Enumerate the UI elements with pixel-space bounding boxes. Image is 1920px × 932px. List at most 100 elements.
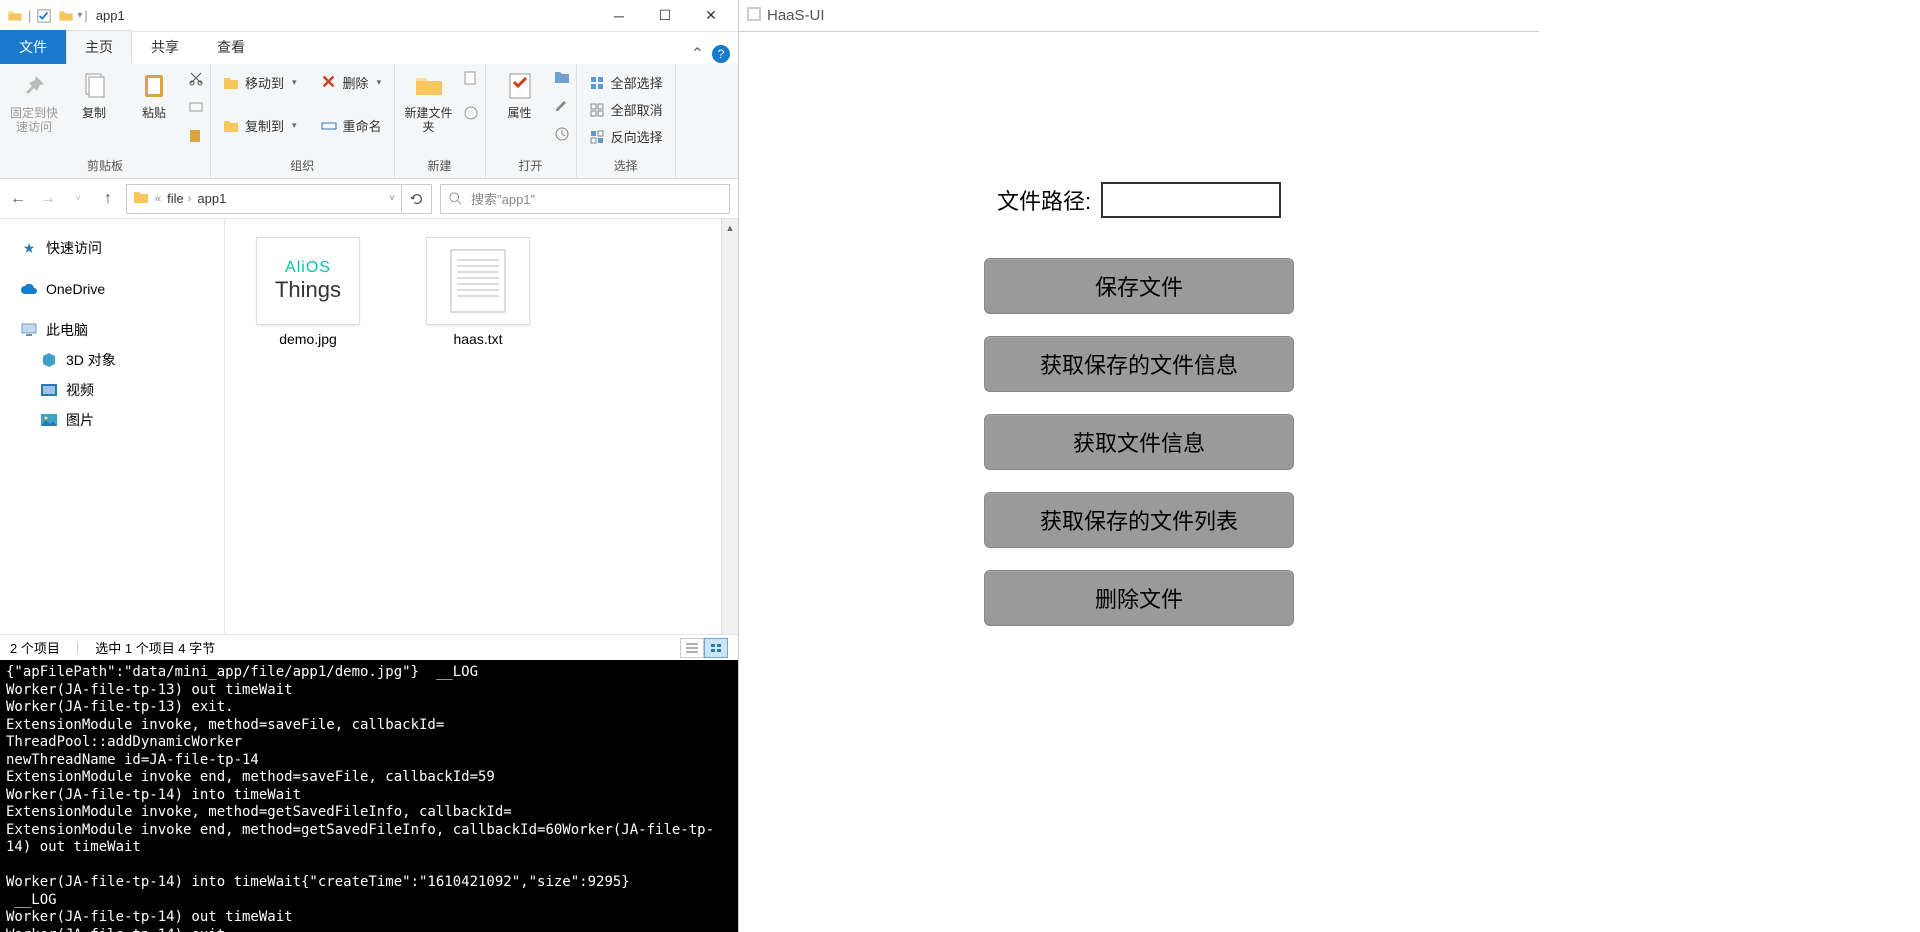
file-item-demo[interactable]: AliOS Things demo.jpg bbox=[243, 237, 373, 347]
collapse-ribbon-icon[interactable]: ⌃ bbox=[691, 44, 704, 64]
select-none-icon bbox=[589, 102, 605, 118]
haas-titlebar: HaaS-UI bbox=[739, 0, 1539, 32]
breadcrumb[interactable]: « file› app1 ˅ bbox=[126, 184, 402, 214]
select-all-button[interactable]: 全部选择 bbox=[583, 70, 669, 95]
file-path-input[interactable] bbox=[1101, 182, 1281, 218]
haas-body: 文件路径: 保存文件 获取保存的文件信息 获取文件信息 获取保存的文件列表 删除… bbox=[739, 32, 1539, 932]
sidebar-item-3d[interactable]: 3D 对象 bbox=[0, 345, 224, 375]
folder-icon bbox=[58, 8, 74, 24]
video-icon bbox=[40, 381, 58, 399]
copy-button[interactable]: 复制 bbox=[66, 70, 122, 120]
paste-icon bbox=[138, 70, 170, 102]
delete-button[interactable]: ✕ 删除▾ bbox=[315, 70, 388, 95]
image-thumbnail: AliOS Things bbox=[256, 237, 360, 325]
sidebar-item-video[interactable]: 视频 bbox=[0, 375, 224, 405]
file-label: demo.jpg bbox=[279, 331, 337, 347]
cube-icon bbox=[40, 351, 58, 369]
group-select-label: 选择 bbox=[583, 155, 669, 176]
recent-dropdown[interactable]: ˅ bbox=[68, 189, 88, 209]
folder-icon bbox=[7, 8, 23, 24]
breadcrumb-seg[interactable]: app1 bbox=[197, 191, 226, 206]
details-view-button[interactable] bbox=[680, 638, 704, 658]
group-clipboard-label: 剪贴板 bbox=[6, 155, 204, 176]
breadcrumb-dropdown[interactable]: ˅ bbox=[389, 193, 395, 204]
file-label: haas.txt bbox=[453, 331, 502, 347]
tab-home[interactable]: 主页 bbox=[66, 30, 132, 64]
select-invert-button[interactable]: 反向选择 bbox=[583, 124, 669, 149]
window-title: app1 bbox=[96, 8, 125, 23]
cut-icon[interactable] bbox=[188, 70, 204, 89]
properties-button[interactable]: 属性 bbox=[492, 70, 548, 120]
properties-icon bbox=[504, 70, 536, 102]
copy-icon bbox=[78, 70, 110, 102]
up-button[interactable]: ↑ bbox=[98, 189, 118, 209]
haas-title: HaaS-UI bbox=[767, 7, 825, 24]
newfolder-icon bbox=[413, 70, 445, 102]
newfolder-button[interactable]: 新建文件夹 bbox=[401, 70, 457, 135]
easy-access-icon[interactable] bbox=[463, 105, 479, 124]
sidebar-item-pictures[interactable]: 图片 bbox=[0, 405, 224, 435]
help-icon[interactable]: ? bbox=[712, 45, 730, 63]
pc-icon bbox=[20, 321, 38, 339]
get-saved-list-button[interactable]: 获取保存的文件列表 bbox=[984, 492, 1294, 548]
file-item-haas[interactable]: haas.txt bbox=[413, 237, 543, 347]
file-view[interactable]: AliOS Things demo.jpg haas.txt bbox=[225, 219, 721, 634]
app-icon bbox=[747, 7, 761, 25]
ribbon: 固定到快速访问 复制 粘贴 剪贴板 bbox=[0, 64, 738, 179]
folder-icon bbox=[133, 190, 149, 207]
sidebar-item-thispc[interactable]: 此电脑 bbox=[0, 315, 224, 345]
paste-shortcut-icon[interactable] bbox=[188, 128, 204, 147]
breadcrumb-seg[interactable]: file› bbox=[167, 191, 191, 206]
get-saved-info-button[interactable]: 获取保存的文件信息 bbox=[984, 336, 1294, 392]
select-all-icon bbox=[589, 75, 605, 91]
text-file-icon bbox=[426, 237, 530, 325]
cloud-icon bbox=[20, 280, 38, 298]
search-input[interactable]: 搜索"app1" bbox=[440, 184, 730, 214]
sidebar-item-quickaccess[interactable]: ★ 快速访问 bbox=[0, 233, 224, 263]
delete-file-button[interactable]: 删除文件 bbox=[984, 570, 1294, 626]
forward-button[interactable]: → bbox=[38, 189, 58, 209]
copyto-button[interactable]: 复制到▾ bbox=[217, 113, 303, 138]
back-button[interactable]: ← bbox=[8, 189, 28, 209]
tab-share[interactable]: 共享 bbox=[132, 30, 198, 64]
folder-icon bbox=[223, 75, 239, 91]
checkbox-icon[interactable] bbox=[36, 8, 52, 24]
group-open-label: 打开 bbox=[492, 155, 570, 176]
rename-button[interactable]: 重命名 bbox=[315, 113, 388, 138]
scrollbar[interactable]: ▲ bbox=[721, 219, 738, 634]
refresh-button[interactable] bbox=[402, 184, 432, 214]
save-file-button[interactable]: 保存文件 bbox=[984, 258, 1294, 314]
select-none-button[interactable]: 全部取消 bbox=[583, 97, 669, 122]
moveto-button[interactable]: 移动到▾ bbox=[217, 70, 303, 95]
scroll-up-icon[interactable]: ▲ bbox=[722, 219, 738, 236]
new-item-icon[interactable] bbox=[463, 70, 479, 89]
group-new-label: 新建 bbox=[401, 155, 479, 176]
star-icon: ★ bbox=[20, 239, 38, 257]
address-bar-row: ← → ˅ ↑ « file› app1 ˅ 搜索"app1" bbox=[0, 179, 738, 219]
pin-button[interactable]: 固定到快速访问 bbox=[6, 70, 62, 135]
sidebar-item-onedrive[interactable]: OneDrive bbox=[0, 275, 224, 303]
close-button[interactable]: ✕ bbox=[688, 0, 734, 32]
minimize-button[interactable]: ─ bbox=[596, 0, 642, 32]
console-output[interactable]: {"apFilePath":"data/mini_app/file/app1/d… bbox=[0, 660, 738, 932]
folder-icon bbox=[223, 118, 239, 134]
status-bar: 2 个项目 | 选中 1 个项目 4 字节 bbox=[0, 634, 738, 660]
open-icon[interactable] bbox=[554, 70, 570, 87]
tab-file[interactable]: 文件 bbox=[0, 30, 66, 64]
sidebar: ★ 快速访问 OneDrive 此电脑 3D 对象 bbox=[0, 219, 225, 634]
tab-view[interactable]: 查看 bbox=[198, 30, 264, 64]
pin-icon bbox=[18, 70, 50, 102]
history-icon[interactable] bbox=[554, 126, 570, 145]
paste-button[interactable]: 粘贴 bbox=[126, 70, 182, 120]
copy-path-icon[interactable] bbox=[188, 99, 204, 118]
file-path-label: 文件路径: bbox=[997, 184, 1091, 216]
maximize-button[interactable]: ☐ bbox=[642, 0, 688, 32]
icons-view-button[interactable] bbox=[704, 638, 728, 658]
explorer-titlebar: | ▾ | app1 ─ ☐ ✕ bbox=[0, 0, 738, 32]
delete-icon: ✕ bbox=[321, 75, 337, 91]
edit-icon[interactable] bbox=[554, 97, 570, 116]
select-invert-icon bbox=[589, 129, 605, 145]
get-info-button[interactable]: 获取文件信息 bbox=[984, 414, 1294, 470]
status-items: 2 个项目 bbox=[10, 638, 60, 657]
group-organize-label: 组织 bbox=[217, 155, 388, 176]
